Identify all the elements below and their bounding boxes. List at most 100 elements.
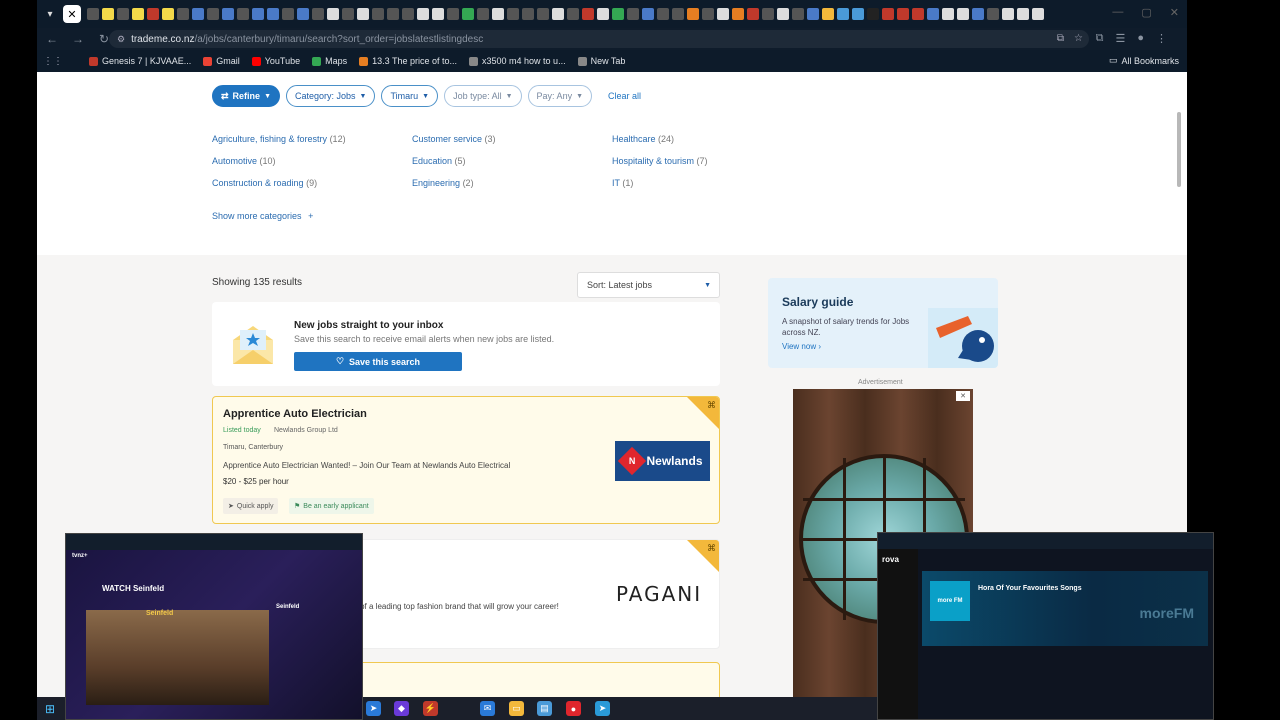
tab-favicon[interactable] [102, 8, 114, 20]
tab-favicon[interactable] [852, 8, 864, 20]
tab-favicon[interactable] [792, 8, 804, 20]
tab-favicon[interactable] [462, 8, 474, 20]
tab-favicon[interactable] [1017, 8, 1029, 20]
forward-icon[interactable]: → [67, 32, 89, 46]
tab-favicon[interactable] [987, 8, 999, 20]
tab-favicon[interactable] [402, 8, 414, 20]
tab-favicon[interactable] [387, 8, 399, 20]
app-icon[interactable]: ● [566, 701, 581, 716]
tab-favicon[interactable] [147, 8, 159, 20]
tab-favicon[interactable] [432, 8, 444, 20]
refine-button[interactable]: ⇄ Refine ▼ [212, 85, 280, 107]
category-link[interactable]: Healthcare (24) [612, 134, 812, 144]
clear-all-link[interactable]: Clear all [608, 91, 641, 101]
video-player[interactable] [86, 610, 269, 705]
app-icon[interactable]: ⚡ [423, 701, 438, 716]
tab-favicon[interactable] [207, 8, 219, 20]
tab-favicon[interactable] [597, 8, 609, 20]
tab-favicon[interactable] [927, 8, 939, 20]
tab-favicon[interactable] [807, 8, 819, 20]
tab-favicon[interactable] [297, 8, 309, 20]
reading-list-icon[interactable]: ☰ [1115, 32, 1125, 45]
category-link[interactable]: Education (5) [412, 156, 612, 166]
telegram-icon[interactable]: ➤ [366, 701, 381, 716]
tab-favicon[interactable] [612, 8, 624, 20]
mail-icon[interactable]: ✉ [480, 701, 495, 716]
tab-favicon[interactable] [717, 8, 729, 20]
tab-favicon[interactable] [747, 8, 759, 20]
category-link[interactable]: Engineering (2) [412, 178, 612, 188]
tab-favicon[interactable] [282, 8, 294, 20]
url-text[interactable]: trademe.co.nz/a/jobs/canterbury/timaru/s… [131, 34, 483, 45]
tab-favicon[interactable] [822, 8, 834, 20]
tab-favicon[interactable] [252, 8, 264, 20]
tab-favicon[interactable] [552, 8, 564, 20]
tab-favicon[interactable] [327, 8, 339, 20]
profile-icon[interactable]: ● [1137, 32, 1144, 45]
page-scrollbar[interactable] [1177, 112, 1181, 187]
rova-window-preview[interactable]: rova more FM Hora Of Your Favourites Son… [877, 532, 1214, 720]
apps-grid-icon[interactable]: ⋮⋮ [43, 56, 63, 67]
tab-favicon[interactable] [912, 8, 924, 20]
tab-favicon[interactable] [237, 8, 249, 20]
app-icon[interactable]: ▤ [537, 701, 552, 716]
telegram-icon[interactable]: ➤ [595, 701, 610, 716]
site-info-icon[interactable]: ⚙ [117, 34, 125, 45]
tab-favicon[interactable] [582, 8, 594, 20]
tab-favicon[interactable] [672, 8, 684, 20]
tab-favicon[interactable] [477, 8, 489, 20]
tab-favicon[interactable] [192, 8, 204, 20]
bookmark-star-icon[interactable]: ☆ [1074, 33, 1083, 44]
tab-favicon[interactable] [867, 8, 879, 20]
category-link[interactable]: Agriculture, fishing & forestry (12) [212, 134, 412, 144]
tab-favicon[interactable] [837, 8, 849, 20]
tab-search-icon[interactable]: ▾ [41, 5, 59, 23]
tab-favicon[interactable] [342, 8, 354, 20]
show-more-categories-button[interactable]: Show more categories + [212, 211, 313, 221]
bookmark-item[interactable]: Gmail [203, 56, 240, 66]
tab-favicon[interactable] [732, 8, 744, 20]
category-link[interactable]: Automotive (10) [212, 156, 412, 166]
tab-favicon[interactable] [492, 8, 504, 20]
back-icon[interactable]: ← [41, 32, 63, 46]
bookmark-item[interactable]: New Tab [577, 56, 625, 66]
category-link[interactable]: Construction & roading (9) [212, 178, 412, 188]
tab-favicon[interactable] [132, 8, 144, 20]
save-search-button[interactable]: ♡ Save this search [294, 352, 462, 371]
tab-favicon[interactable] [762, 8, 774, 20]
job-type-filter[interactable]: Job type: All ▼ [444, 85, 522, 107]
tab-favicon[interactable] [972, 8, 984, 20]
tab-favicon[interactable] [417, 8, 429, 20]
tab-favicon[interactable] [177, 8, 189, 20]
category-filter[interactable]: Category: Jobs ▼ [286, 85, 376, 107]
tab-favicon[interactable] [522, 8, 534, 20]
pay-filter[interactable]: Pay: Any ▼ [527, 85, 593, 107]
all-bookmarks-button[interactable]: ▭ All Bookmarks [1109, 55, 1179, 66]
tab-favicon[interactable] [537, 8, 549, 20]
windows-start-icon[interactable]: ⊞ [45, 702, 55, 716]
tab-favicon[interactable] [507, 8, 519, 20]
tab-favicon[interactable] [447, 8, 459, 20]
bookmark-item[interactable]: Genesis 7 | KJVAAE... [89, 56, 191, 66]
bookmark-item[interactable]: x3500 m4 how to u... [469, 56, 566, 66]
tab-favicon[interactable] [312, 8, 324, 20]
view-now-link[interactable]: View now › [782, 342, 821, 351]
tab-favicon[interactable] [1032, 8, 1044, 20]
tab-favicon[interactable] [702, 8, 714, 20]
tab-favicon[interactable] [957, 8, 969, 20]
maximize-icon[interactable]: ▢ [1141, 6, 1151, 19]
bookmark-item[interactable]: 13.3 The price of to... [359, 56, 457, 66]
active-tab-close-icon[interactable]: ✕ [63, 5, 81, 23]
tab-favicon[interactable] [267, 8, 279, 20]
salary-guide-card[interactable]: Salary guide A snapshot of salary trends… [768, 278, 998, 368]
tab-favicon[interactable] [882, 8, 894, 20]
tab-favicon[interactable] [897, 8, 909, 20]
tvnz-window-preview[interactable]: tvnz+ WATCH Seinfeld Seinfeld Seinfeld [65, 533, 363, 720]
tab-favicon[interactable] [627, 8, 639, 20]
tab-favicon[interactable] [87, 8, 99, 20]
category-link[interactable]: IT (1) [612, 178, 812, 188]
minimize-icon[interactable]: — [1112, 6, 1123, 19]
install-icon[interactable]: ⧉ [1057, 33, 1064, 44]
extensions-icon[interactable]: ⧉ [1096, 32, 1104, 45]
tab-favicon[interactable] [642, 8, 654, 20]
